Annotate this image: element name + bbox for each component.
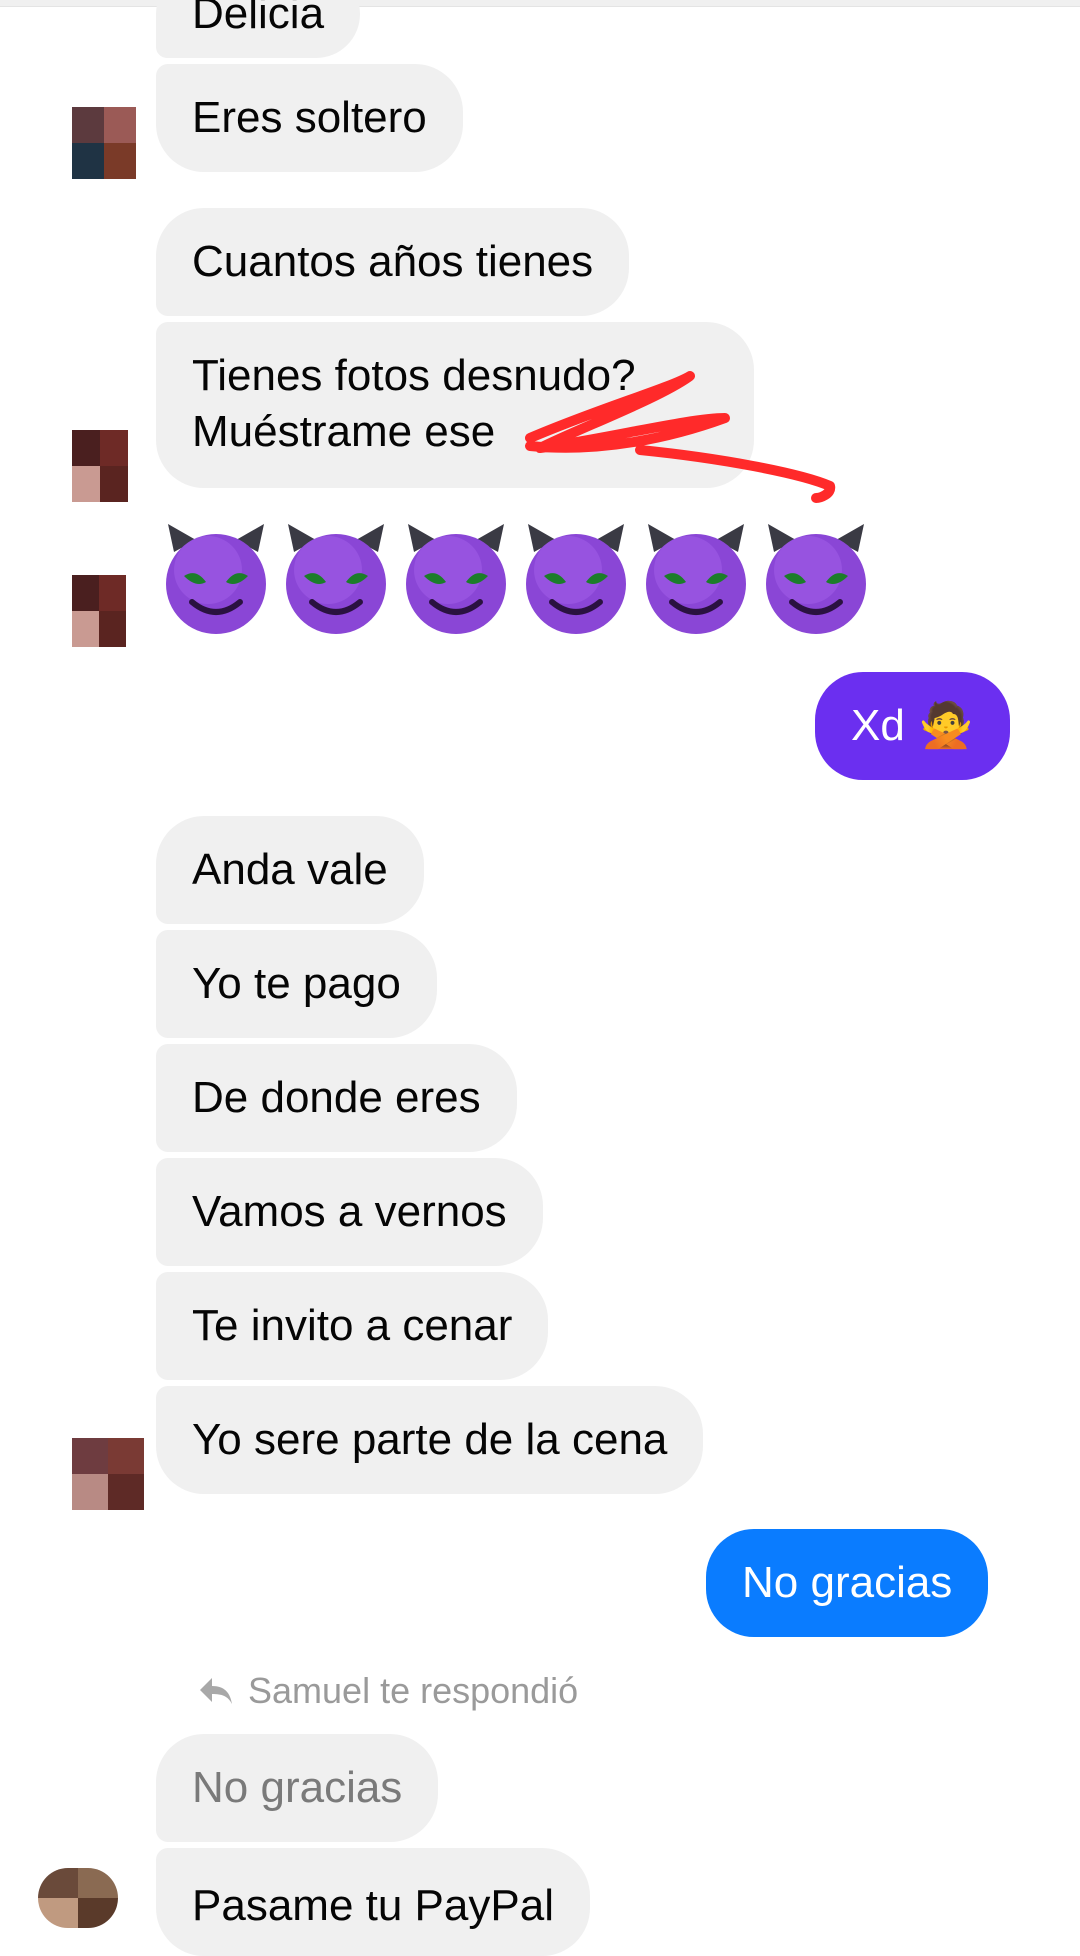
message-bubble-incoming[interactable]: Tienes fotos desnudo? Muéstrame ese: [156, 322, 754, 488]
reply-arrow-icon: [200, 1678, 232, 1704]
message-text: Te invito a cenar: [192, 1301, 513, 1350]
message-text: Eres soltero: [192, 93, 427, 142]
message-text-line: Tienes fotos desnudo?: [192, 351, 636, 400]
message-bubble-outgoing[interactable]: No gracias: [706, 1529, 989, 1637]
smiling-face-with-horns-icon: [286, 524, 386, 634]
smiling-face-with-horns-icon: [406, 524, 506, 634]
smiling-face-with-horns-icon: [526, 524, 626, 634]
smiling-face-with-horns-icon: [646, 524, 746, 634]
message-bubble-incoming[interactable]: Cuantos años tienes: [156, 208, 630, 316]
avatar[interactable]: [72, 430, 128, 502]
message-text: No gracias: [742, 1558, 953, 1607]
person-gesturing-no-icon: 🙅: [918, 701, 974, 750]
avatar[interactable]: [72, 575, 126, 647]
message-bubble-incoming[interactable]: Eres soltero: [156, 64, 463, 172]
reply-indicator: Samuel te respondió: [198, 1670, 578, 1712]
message-bubble-outgoing[interactable]: Xd 🙅: [815, 672, 1010, 780]
message-bubble-incoming[interactable]: Delicia: [156, 0, 361, 58]
message-text: Pasame tu PayPal: [192, 1881, 554, 1930]
avatar[interactable]: [72, 1438, 144, 1510]
message-bubble-incoming[interactable]: Yo sere parte de la cena: [156, 1386, 704, 1494]
message-text-line: Muéstrame ese: [192, 407, 496, 456]
message-bubble-incoming[interactable]: De donde eres: [156, 1044, 517, 1152]
message-text: No gracias: [192, 1763, 403, 1812]
message-bubble-incoming[interactable]: Vamos a vernos: [156, 1158, 543, 1266]
smiling-face-with-horns-icon: [166, 524, 266, 634]
message-bubble-incoming[interactable]: Pasame tu PayPal: [156, 1848, 590, 1956]
message-text: De donde eres: [192, 1073, 481, 1122]
message-bubble-incoming[interactable]: Anda vale: [156, 816, 424, 924]
quoted-reply-bubble[interactable]: No gracias: [156, 1734, 439, 1842]
avatar[interactable]: [72, 107, 136, 179]
message-bubble-incoming[interactable]: Te invito a cenar: [156, 1272, 549, 1380]
message-text: Yo sere parte de la cena: [192, 1415, 668, 1464]
message-text: Xd: [851, 701, 905, 750]
message-text: Anda vale: [192, 845, 388, 894]
reply-indicator-text: Samuel te respondió: [248, 1670, 579, 1711]
message-text: Cuantos años tienes: [192, 237, 594, 286]
message-text: Vamos a vernos: [192, 1187, 507, 1236]
avatar[interactable]: [38, 1868, 118, 1928]
emoji-message[interactable]: [156, 518, 876, 638]
message-text: Yo te pago: [192, 959, 401, 1008]
smiling-face-with-horns-icon: [766, 524, 866, 634]
message-text: Delicia: [192, 0, 325, 38]
message-bubble-incoming[interactable]: Yo te pago: [156, 930, 437, 1038]
